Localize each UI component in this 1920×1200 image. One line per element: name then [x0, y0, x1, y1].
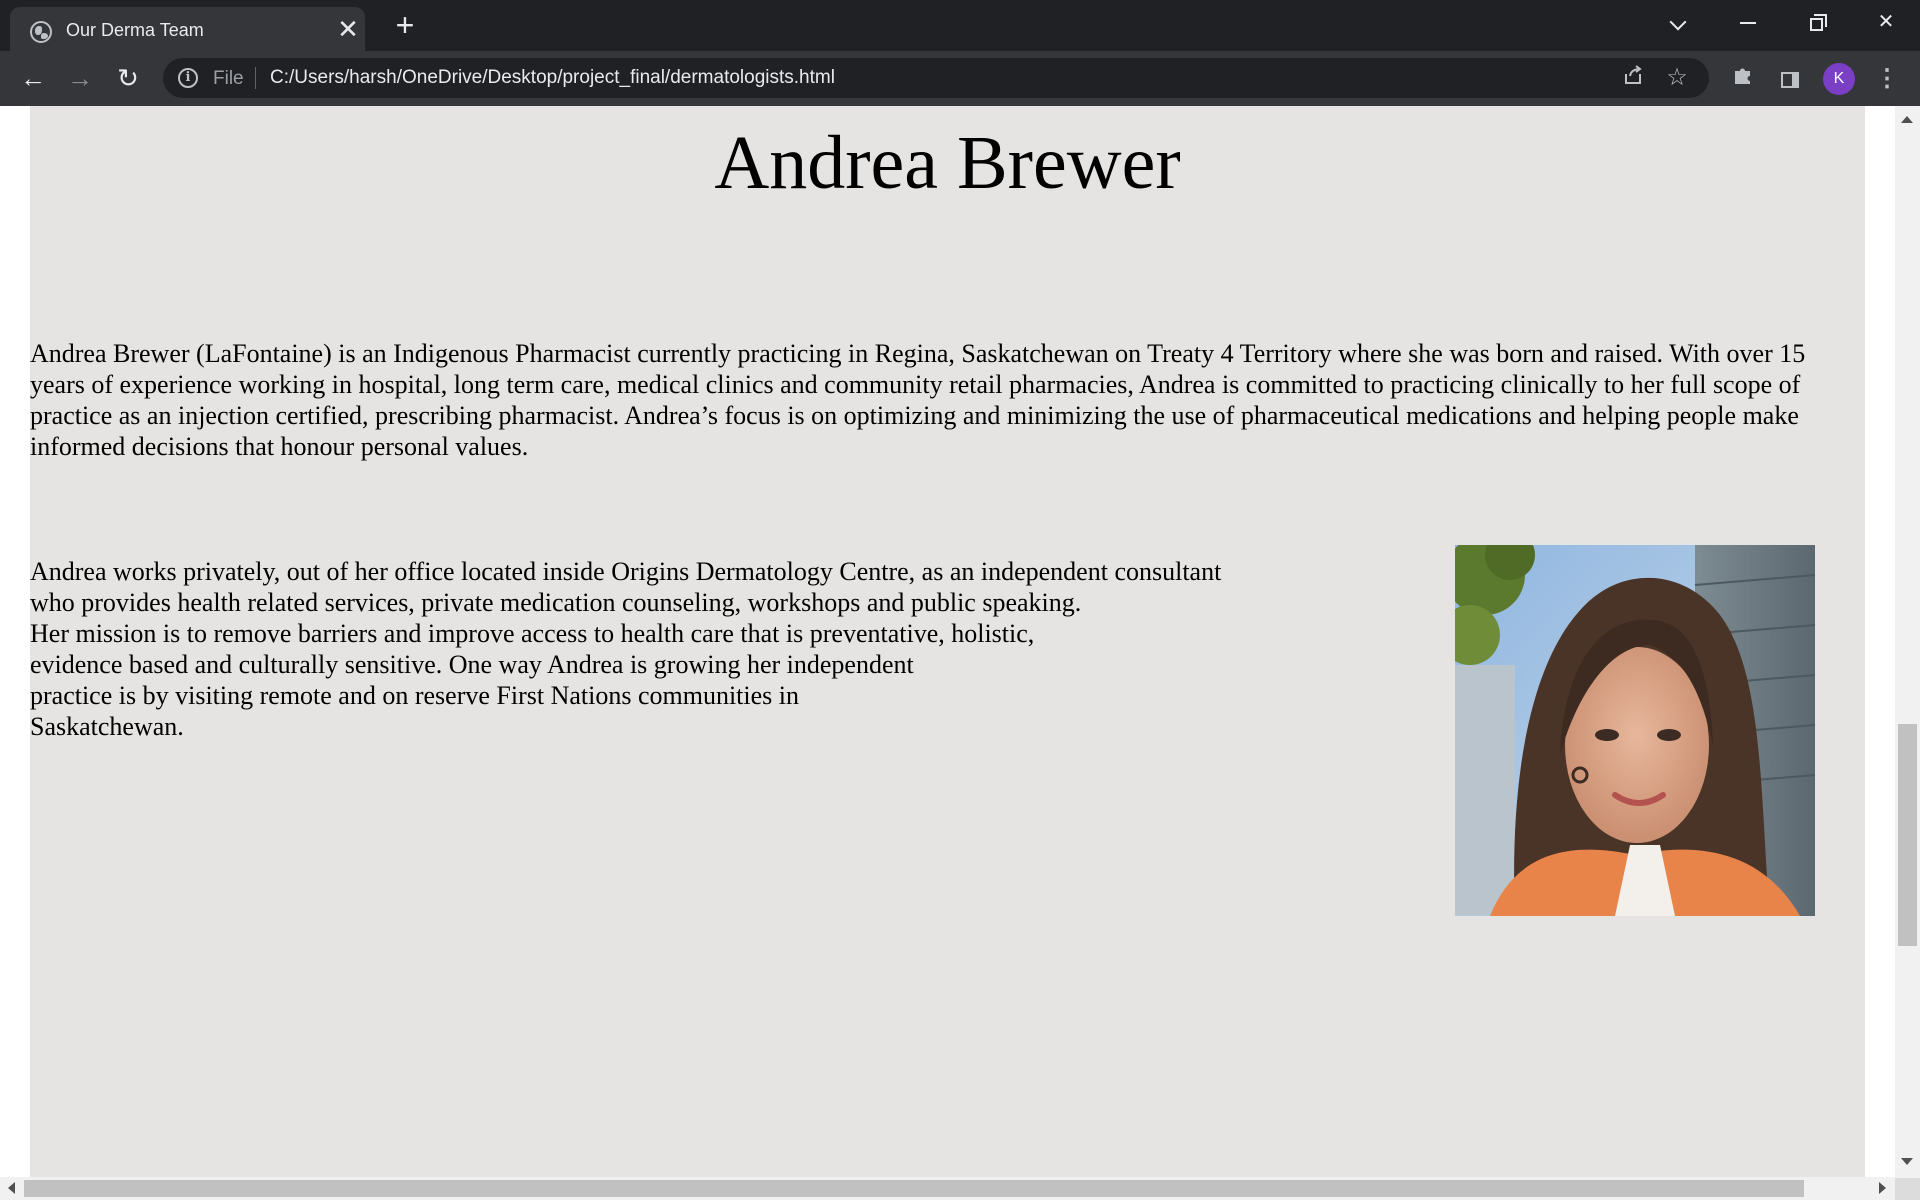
- tab-search-button[interactable]: [1648, 0, 1708, 44]
- back-button[interactable]: ←: [16, 61, 50, 95]
- scroll-up-arrow-icon[interactable]: [1901, 116, 1913, 123]
- tab-title: Our Derma Team: [66, 20, 204, 40]
- restore-icon: [1809, 13, 1827, 31]
- minimize-button[interactable]: [1718, 0, 1778, 44]
- close-tab-button[interactable]: ✕: [335, 16, 361, 42]
- browser-toolbar: ← → ↻ i File C:/Users/harsh/OneDrive/Des…: [0, 51, 1920, 106]
- scrollbar-corner: [1895, 1178, 1920, 1200]
- browser-tab[interactable]: Our Derma Team ✕: [10, 7, 365, 51]
- chevron-down-icon: [1669, 13, 1687, 31]
- side-panel-icon[interactable]: [1775, 64, 1805, 94]
- profile-avatar[interactable]: K: [1823, 63, 1855, 95]
- scroll-down-arrow-icon[interactable]: [1901, 1158, 1913, 1165]
- url-text[interactable]: C:/Users/harsh/OneDrive/Desktop/project_…: [270, 67, 835, 89]
- reload-button[interactable]: ↻: [111, 61, 145, 95]
- tab-strip: Our Derma Team ✕ + ✕: [0, 0, 1920, 51]
- restore-button[interactable]: [1786, 0, 1846, 44]
- address-bar[interactable]: i File C:/Users/harsh/OneDrive/Desktop/p…: [163, 58, 1709, 98]
- close-window-button[interactable]: ✕: [1856, 0, 1916, 44]
- portrait-photo: [1455, 545, 1815, 916]
- omnibox-divider: [255, 67, 256, 89]
- mission-paragraph: Andrea works privately, out of her offic…: [30, 556, 1221, 742]
- minimize-icon: [1740, 21, 1756, 24]
- mission-line: who provides health related services, pr…: [30, 588, 1082, 617]
- mission-line: Andrea works privately, out of her offic…: [30, 557, 1222, 586]
- bio-paragraph: Andrea Brewer (LaFontaine) is an Indigen…: [30, 339, 1806, 461]
- mission-line: practice is by visiting remote and on re…: [30, 681, 800, 710]
- profile-name-heading: Andrea Brewer: [714, 121, 1181, 205]
- new-tab-button[interactable]: +: [390, 9, 420, 41]
- scroll-left-arrow-icon[interactable]: [8, 1182, 15, 1194]
- info-icon[interactable]: i: [178, 68, 198, 88]
- mission-line: Her mission is to remove barriers and im…: [30, 619, 1035, 648]
- mission-line: evidence based and culturally sensitive.…: [30, 650, 914, 679]
- page-viewport: Andrea Brewer Andrea Brewer (LaFontaine)…: [0, 106, 1920, 1200]
- more-menu-icon[interactable]: ⋮: [1872, 64, 1902, 94]
- globe-icon: [30, 21, 52, 43]
- star-icon[interactable]: ☆: [1663, 64, 1691, 92]
- scheme-label: File: [213, 68, 244, 89]
- horizontal-scroll-thumb[interactable]: [24, 1180, 1804, 1197]
- puzzle-icon[interactable]: [1728, 64, 1758, 94]
- scroll-right-arrow-icon[interactable]: [1879, 1182, 1886, 1194]
- page-content: Andrea Brewer Andrea Brewer (LaFontaine)…: [30, 106, 1865, 1177]
- share-icon[interactable]: [1619, 64, 1647, 92]
- vertical-scrollbar[interactable]: [1895, 106, 1920, 1178]
- forward-button[interactable]: →: [63, 61, 97, 95]
- vertical-scroll-thumb[interactable]: [1898, 724, 1917, 946]
- mission-line: Saskatchewan.: [30, 712, 184, 741]
